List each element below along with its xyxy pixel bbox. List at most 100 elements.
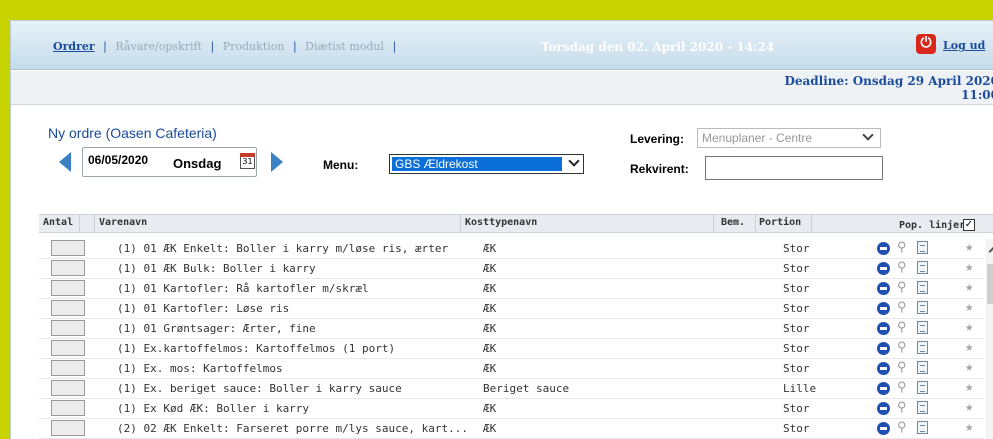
star-icon[interactable]: ★: [965, 239, 973, 255]
magic-wand-icon[interactable]: ⚲: [897, 380, 907, 395]
portion-cell: Stor: [783, 342, 810, 355]
document-icon[interactable]: [917, 301, 928, 314]
nav-item-ravare-opskrift[interactable]: Råvare/opskrift: [115, 40, 202, 53]
quantity-input[interactable]: [51, 420, 85, 436]
grid-header: Antal Varenavn Kosttypenavn Bem. Portion: [39, 214, 993, 233]
deadline-time: 11:00: [961, 88, 993, 102]
column-header-portion[interactable]: Portion: [759, 217, 801, 228]
star-icon[interactable]: ★: [965, 359, 973, 375]
portion-cell: Stor: [783, 302, 810, 315]
magic-wand-icon[interactable]: ⚲: [897, 280, 907, 295]
logout-link[interactable]: Log ud: [943, 39, 985, 52]
portion-cell: Stor: [783, 402, 810, 415]
remove-line-icon[interactable]: [877, 342, 890, 355]
previous-day-arrow-icon[interactable]: [59, 152, 71, 172]
star-icon[interactable]: ★: [965, 379, 973, 395]
document-icon[interactable]: [917, 261, 928, 274]
quantity-input[interactable]: [51, 260, 85, 276]
star-icon[interactable]: ★: [965, 339, 973, 355]
remove-line-icon[interactable]: [877, 282, 890, 295]
column-header-bem[interactable]: Bem.: [721, 217, 745, 228]
column-header-kosttypenavn[interactable]: Kosttypenavn: [465, 217, 537, 228]
nav-item-ordrer[interactable]: Ordrer: [53, 40, 95, 53]
rekvirent-input[interactable]: [705, 156, 883, 180]
star-icon[interactable]: ★: [965, 279, 973, 295]
scrollbar-thumb[interactable]: [987, 264, 993, 304]
document-icon[interactable]: [917, 421, 928, 434]
quantity-input[interactable]: [51, 380, 85, 396]
quantity-input[interactable]: [51, 240, 85, 256]
portion-cell: Stor: [783, 322, 810, 335]
document-icon[interactable]: [917, 361, 928, 374]
quantity-input[interactable]: [51, 280, 85, 296]
document-icon[interactable]: [917, 401, 928, 414]
kosttypenavn-cell: ÆK: [483, 342, 497, 355]
order-title: Ny ordre (Oasen Cafeteria): [48, 125, 217, 141]
varenavn-cell: (1) 01 Grøntsager: Ærter, fine: [117, 322, 316, 335]
star-icon[interactable]: ★: [965, 319, 973, 335]
portion-cell: Stor: [783, 422, 810, 435]
kosttypenavn-cell: ÆK: [483, 302, 497, 315]
kosttypenavn-cell: ÆK: [483, 242, 497, 255]
varenavn-cell: (1) Ex.kartoffelmos: Kartoffelmos (1 por…: [117, 342, 396, 355]
kosttypenavn-cell: Beriget sauce: [483, 382, 570, 395]
app-window: Ordrer | Råvare/opskrift | Produktion | …: [10, 20, 993, 439]
remove-line-icon[interactable]: [877, 242, 890, 255]
magic-wand-icon[interactable]: ⚲: [897, 240, 907, 255]
remove-line-icon[interactable]: [877, 422, 890, 435]
top-navbar: Ordrer | Råvare/opskrift | Produktion | …: [11, 21, 993, 70]
pop-linjer-checkbox[interactable]: ✓: [963, 219, 975, 231]
remove-line-icon[interactable]: [877, 402, 890, 415]
star-icon[interactable]: ★: [965, 259, 973, 275]
column-header-varenavn[interactable]: Varenavn: [99, 217, 147, 228]
magic-wand-icon[interactable]: ⚲: [897, 360, 907, 375]
quantity-input[interactable]: [51, 300, 85, 316]
star-icon[interactable]: ★: [965, 419, 973, 435]
date-value: 06/05/2020: [88, 153, 149, 167]
pop-linjer-label: Pop. linjer:: [899, 220, 972, 231]
nav-item-produktion[interactable]: Produktion: [223, 40, 285, 53]
magic-wand-icon[interactable]: ⚲: [897, 340, 907, 355]
magic-wand-icon[interactable]: ⚲: [897, 420, 907, 435]
magic-wand-icon[interactable]: ⚲: [897, 400, 907, 415]
power-icon[interactable]: ⏻: [916, 34, 936, 54]
remove-line-icon[interactable]: [877, 322, 890, 335]
column-divider: [811, 215, 812, 233]
magic-wand-icon[interactable]: ⚲: [897, 300, 907, 315]
remove-line-icon[interactable]: [877, 362, 890, 375]
rekvirent-label: Rekvirent:: [630, 162, 689, 176]
kosttypenavn-cell: ÆK: [483, 322, 497, 335]
document-icon[interactable]: [917, 321, 928, 334]
magic-wand-icon[interactable]: ⚲: [897, 260, 907, 275]
main-nav: Ordrer | Råvare/opskrift | Produktion | …: [53, 40, 401, 53]
column-divider: [94, 215, 95, 233]
document-icon[interactable]: [917, 381, 928, 394]
quantity-input[interactable]: [51, 360, 85, 376]
next-day-arrow-icon[interactable]: [271, 152, 283, 172]
varenavn-cell: (2) 02 ÆK Enkelt: Farseret porre m/lys s…: [117, 422, 468, 435]
quantity-input[interactable]: [51, 400, 85, 416]
quantity-input[interactable]: [51, 340, 85, 356]
nav-item-diaetist-modul[interactable]: Diætist modul: [305, 40, 384, 53]
column-header-antal[interactable]: Antal: [43, 217, 73, 228]
remove-line-icon[interactable]: [877, 382, 890, 395]
menu-select[interactable]: GBS Ældrekost: [389, 154, 584, 174]
star-icon[interactable]: ★: [965, 299, 973, 315]
document-icon[interactable]: [917, 281, 928, 294]
varenavn-cell: (1) Ex. beriget sauce: Boller i karry sa…: [117, 382, 402, 395]
remove-line-icon[interactable]: [877, 302, 890, 315]
kosttypenavn-cell: ÆK: [483, 422, 497, 435]
star-icon[interactable]: ★: [965, 399, 973, 415]
portion-cell: Stor: [783, 362, 810, 375]
chevron-down-icon: [568, 155, 580, 167]
levering-select[interactable]: Menuplaner - Centre: [697, 128, 881, 148]
varenavn-cell: (1) Ex Kød ÆK: Boller i karry: [117, 402, 310, 415]
table-row: (1) Ex.kartoffelmos: Kartoffelmos (1 por…: [39, 339, 984, 359]
quantity-input[interactable]: [51, 320, 85, 336]
date-picker[interactable]: 06/05/2020 Onsdag 31: [82, 147, 257, 177]
calendar-icon[interactable]: 31: [240, 153, 255, 169]
document-icon[interactable]: [917, 341, 928, 354]
magic-wand-icon[interactable]: ⚲: [897, 320, 907, 335]
document-icon[interactable]: [917, 241, 928, 254]
remove-line-icon[interactable]: [877, 262, 890, 275]
